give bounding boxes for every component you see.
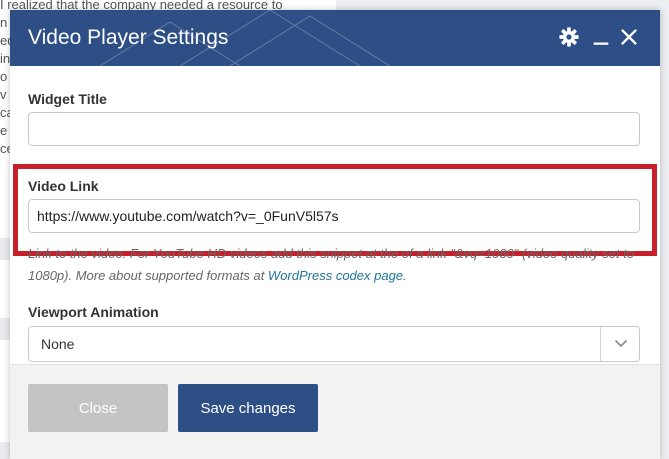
chevron-down-icon[interactable]	[611, 335, 631, 353]
modal-title: Video Player Settings	[28, 26, 229, 49]
modal-header[interactable]: Video Player Settings	[10, 10, 660, 66]
widget-title-label: Widget Title	[28, 91, 107, 107]
select-divider	[600, 327, 601, 361]
background-text-line: o	[0, 69, 8, 84]
help-text-suffix: .	[403, 268, 407, 283]
background-text-line: e	[0, 123, 8, 138]
background-text-line: v	[0, 87, 7, 102]
close-icon[interactable]	[618, 26, 642, 50]
viewport-animation-select[interactable]: None	[28, 326, 640, 362]
close-button[interactable]: Close	[28, 384, 168, 432]
viewport-animation-label: Viewport Animation	[28, 304, 159, 320]
modal-footer: Close Save changes	[10, 364, 660, 459]
gear-icon[interactable]	[558, 26, 582, 50]
video-link-input[interactable]	[28, 199, 640, 233]
video-player-settings-modal: Video Player Settings Widget Title Video…	[10, 10, 660, 459]
widget-title-input[interactable]	[28, 112, 640, 146]
video-link-label: Video Link	[28, 178, 99, 194]
viewport-animation-value: None	[41, 336, 75, 352]
minimize-icon[interactable]	[590, 26, 614, 50]
wordpress-codex-link[interactable]: WordPress codex page	[268, 268, 403, 283]
save-changes-button[interactable]: Save changes	[178, 384, 318, 432]
background-text-line: in	[0, 51, 11, 66]
video-link-help-text: Link to the video. For YouTube HD videos…	[28, 243, 648, 287]
